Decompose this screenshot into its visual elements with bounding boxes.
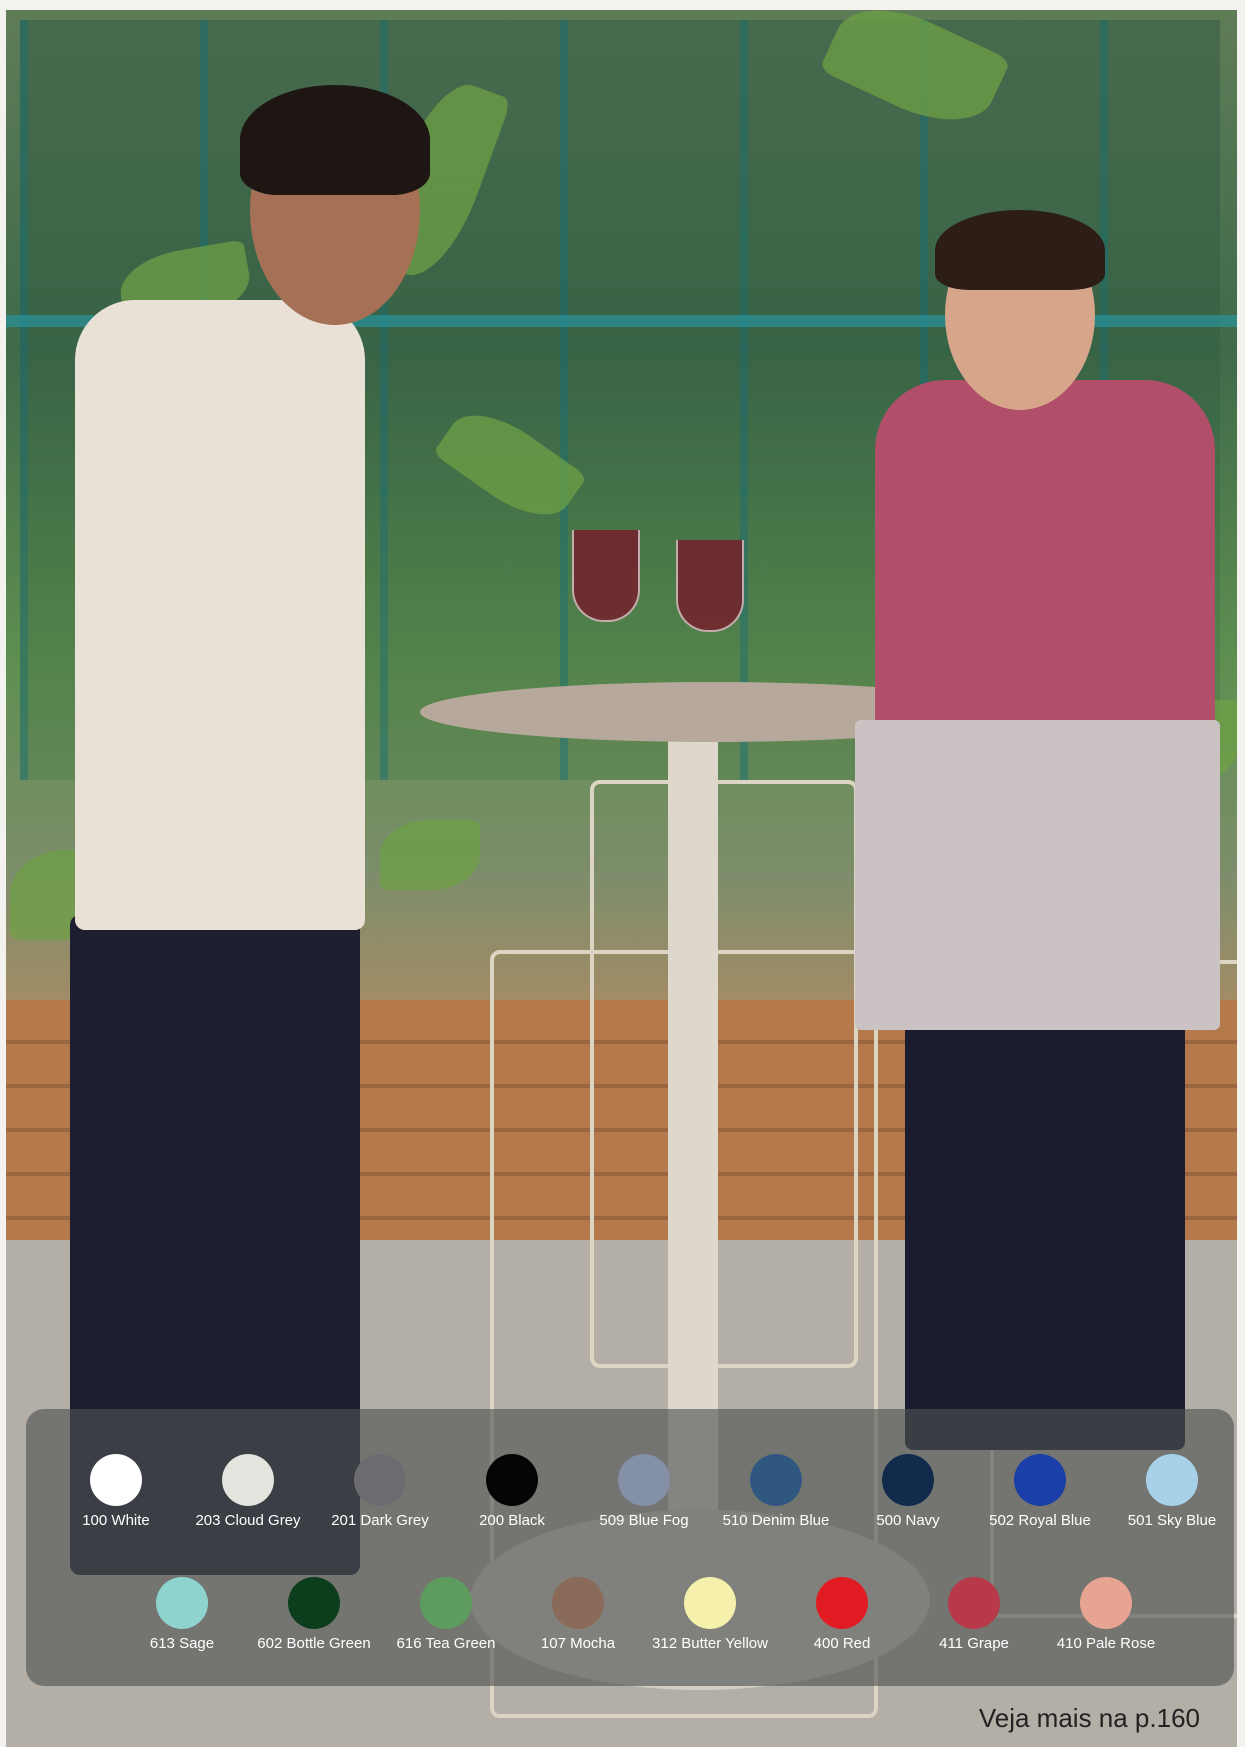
swatch-dot <box>288 1577 340 1629</box>
swatch-label: 400 Red <box>813 1635 871 1652</box>
page-border <box>1237 0 1245 1747</box>
color-swatch-white: 100 White <box>50 1454 182 1530</box>
swatch-label: 100 White <box>82 1512 150 1529</box>
woman-polo <box>875 380 1215 740</box>
swatch-dot <box>354 1454 406 1506</box>
swatch-label: 501 Sky Blue <box>1127 1512 1217 1529</box>
swatch-dot <box>882 1454 934 1506</box>
color-swatch-bottle-green: 602 Bottle Green <box>248 1577 380 1653</box>
page-reference: Veja mais na p.160 <box>978 1703 1200 1733</box>
swatch-dot <box>486 1454 538 1506</box>
page-border <box>0 0 6 1747</box>
leaf <box>380 820 480 890</box>
color-swatch-sky-blue: 501 Sky Blue <box>1106 1454 1238 1530</box>
color-swatch-royal-blue: 502 Royal Blue <box>974 1454 1106 1530</box>
color-swatch-sage: 613 Sage <box>116 1577 248 1653</box>
color-swatch-pale-rose: 410 Pale Rose <box>1040 1577 1172 1653</box>
swatch-dot <box>684 1577 736 1629</box>
color-swatch-blue-fog: 509 Blue Fog <box>578 1454 710 1530</box>
swatch-dot <box>90 1454 142 1506</box>
color-swatch-tea-green: 616 Tea Green <box>380 1577 512 1653</box>
swatch-dot <box>1146 1454 1198 1506</box>
swatch-label: 411 Grape <box>939 1635 1009 1652</box>
swatch-dot <box>816 1577 868 1629</box>
wine-glass <box>572 530 640 622</box>
swatch-label: 410 Pale Rose <box>1056 1635 1156 1652</box>
swatch-dot <box>1080 1577 1132 1629</box>
swatch-label: 500 Navy <box>876 1512 940 1529</box>
color-swatch-panel: 100 White 203 Cloud Grey 201 Dark Grey 2… <box>26 1409 1234 1686</box>
swatch-dot <box>552 1577 604 1629</box>
swatch-dot <box>1014 1454 1066 1506</box>
color-swatch-red: 400 Red <box>776 1577 908 1653</box>
swatch-dot <box>948 1577 1000 1629</box>
swatch-label: 509 Blue Fog <box>599 1512 689 1529</box>
wine-glass <box>676 540 744 632</box>
swatch-label: 107 Mocha <box>540 1635 616 1652</box>
woman-trousers <box>905 1020 1185 1450</box>
color-swatch-mocha: 107 Mocha <box>512 1577 644 1653</box>
man-hair <box>240 85 430 195</box>
swatch-label: 203 Cloud Grey <box>195 1512 301 1529</box>
color-swatch-black: 200 Black <box>446 1454 578 1530</box>
color-swatch-grape: 411 Grape <box>908 1577 1040 1653</box>
woman-apron <box>855 720 1220 1030</box>
color-swatch-butter-yellow: 312 Butter Yellow <box>644 1577 776 1653</box>
swatch-label: 613 Sage <box>149 1635 215 1652</box>
page-border <box>0 0 1245 10</box>
swatch-dot <box>222 1454 274 1506</box>
swatch-dot <box>618 1454 670 1506</box>
swatch-label: 510 Denim Blue <box>722 1512 830 1529</box>
color-swatch-navy: 500 Navy <box>842 1454 974 1530</box>
swatch-label: 502 Royal Blue <box>989 1512 1091 1529</box>
swatch-label: 200 Black <box>479 1512 545 1529</box>
color-swatch-denim-blue: 510 Denim Blue <box>710 1454 842 1530</box>
woman-hair <box>935 210 1105 290</box>
swatch-label: 602 Bottle Green <box>257 1635 371 1652</box>
man-polo <box>75 300 365 930</box>
swatch-dot <box>156 1577 208 1629</box>
swatch-label: 201 Dark Grey <box>331 1512 429 1529</box>
color-swatch-cloud-grey: 203 Cloud Grey <box>182 1454 314 1530</box>
swatch-label: 312 Butter Yellow <box>652 1635 768 1652</box>
swatch-label: 616 Tea Green <box>396 1635 496 1652</box>
color-swatch-dark-grey: 201 Dark Grey <box>314 1454 446 1530</box>
swatch-dot <box>420 1577 472 1629</box>
swatch-dot <box>750 1454 802 1506</box>
